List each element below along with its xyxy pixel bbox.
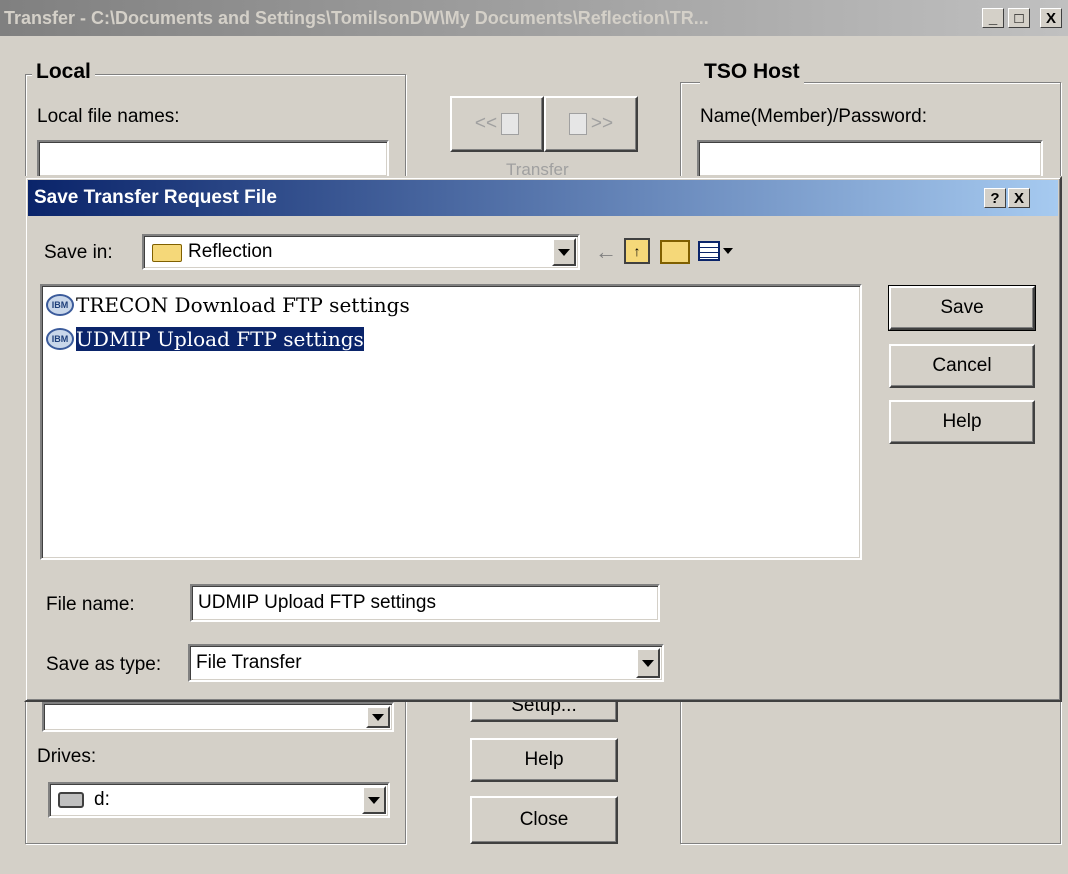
maximize-button[interactable]: □ [1008,8,1030,28]
dialog-title: Save Transfer Request File [34,187,277,208]
save-as-type-select[interactable]: File Transfer [188,644,664,682]
host-name-input[interactable] [697,140,1043,178]
save-as-type-label: Save as type: [46,654,162,675]
list-item[interactable]: IBM TRECON Download FTP settings [46,292,410,318]
chevron-down-icon[interactable] [366,706,390,728]
folder-icon [152,244,182,262]
window-title: Transfer - C:\Documents and Settings\Tom… [4,7,709,28]
save-in-label: Save in: [44,242,113,263]
save-transfer-dialog: Save Transfer Request File ? X Save in: … [24,176,1062,702]
drives-label: Drives: [37,746,97,767]
chevron-down-icon[interactable] [636,648,660,678]
tso-host-group-title: TSO Host [700,60,804,84]
file-name-label: File name: [46,594,135,615]
file-name-input[interactable]: UDMIP Upload FTP settings [190,584,660,622]
dialog-help-button-main[interactable]: Help [889,400,1035,444]
dialog-help-button[interactable]: ? [984,188,1006,208]
local-file-names-input[interactable] [37,140,389,178]
ibm-file-icon: IBM [46,294,74,316]
file-list[interactable]: IBM TRECON Download FTP settings IBM UDM… [40,284,862,560]
dialog-close-button[interactable]: X [1008,188,1030,208]
document-icon [568,113,587,135]
close-window-button[interactable]: Close [470,796,618,844]
drive-icon [58,792,84,808]
window-title-bar: Transfer - C:\Documents and Settings\Tom… [0,0,1068,36]
new-folder-icon[interactable] [660,240,690,264]
chevron-down-icon[interactable] [362,786,386,814]
cancel-button[interactable]: Cancel [889,344,1035,388]
chevron-down-icon[interactable] [552,238,576,266]
document-icon [501,113,520,135]
local-file-names-label: Local file names: [37,106,180,127]
save-in-value: Reflection [188,241,273,262]
dialog-title-bar: Save Transfer Request File [28,180,1058,216]
host-name-label: Name(Member)/Password: [700,106,927,127]
up-folder-icon[interactable]: ↑ [624,238,650,264]
upload-button[interactable]: >> [544,96,638,152]
minimize-button[interactable]: _ [982,8,1004,28]
view-menu-icon[interactable] [698,238,738,264]
close-button[interactable]: X [1040,8,1062,28]
save-button[interactable]: Save [888,285,1036,331]
drives-select[interactable]: d: [48,782,390,818]
local-filter-select[interactable] [42,702,394,732]
local-group-title: Local [32,60,95,84]
back-icon[interactable]: ← [594,239,618,264]
download-button[interactable]: << [450,96,544,152]
help-button[interactable]: Help [470,738,618,782]
drive-value: d: [94,789,110,810]
ibm-file-icon: IBM [46,328,74,350]
list-item[interactable]: IBM UDMIP Upload FTP settings [46,326,364,352]
save-in-select[interactable]: Reflection [142,234,580,270]
